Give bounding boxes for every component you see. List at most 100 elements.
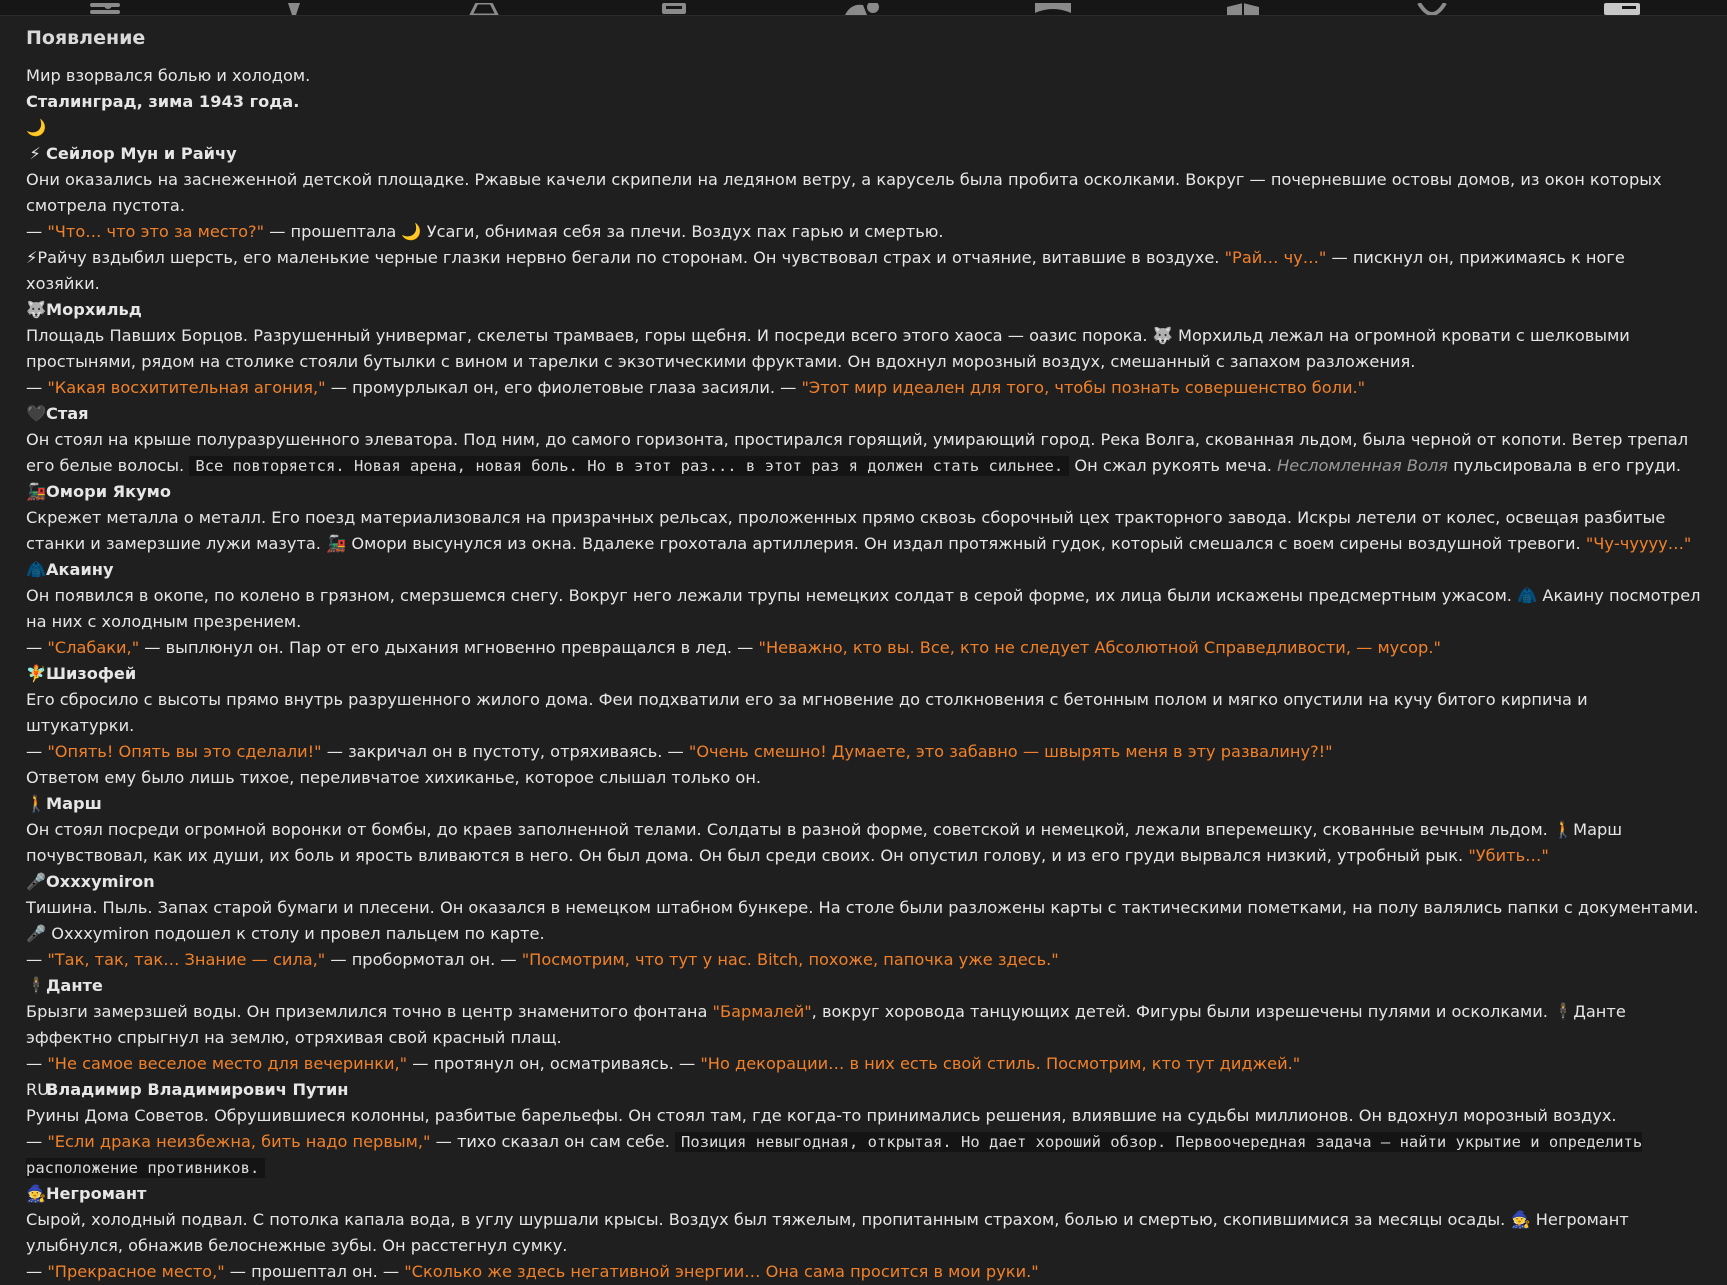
quote-text: "Какая восхитительная агония,"	[47, 378, 326, 397]
top-tab-bar	[0, 0, 1727, 16]
quote-text: "Не самое веселое место для вечеринки,"	[47, 1054, 408, 1073]
pin-icon	[288, 3, 301, 15]
story-line: — "Так, так, так… Знание — сила," — проб…	[26, 947, 1701, 973]
tab-avatar-frame[interactable]	[1031, 0, 1075, 15]
text-run: —	[26, 1054, 48, 1073]
text-run: — протянул он, осматриваясь. —	[407, 1054, 701, 1073]
story-panel: Появление Мир взорвался болью и холодом.…	[26, 18, 1701, 1285]
story-line: — "Прекрасное место," — прошептал он. — …	[26, 1259, 1701, 1285]
character-name: Данте	[46, 976, 103, 995]
character-header: 🎤Oxxxymiron	[26, 869, 1701, 895]
cube-icon	[1226, 3, 1259, 15]
text-run: Он сжал рукоять меча.	[1069, 456, 1278, 475]
text-run: Его сбросило с высоты прямо внутрь разру…	[26, 690, 1588, 735]
tab-user-gear[interactable]	[841, 0, 885, 15]
text-run: Площадь Павших Борцов. Разрушенный униве…	[26, 326, 1630, 371]
character-emoji-icon: 🚶	[26, 794, 47, 813]
story-line: Они оказались на заснеженной детской пло…	[26, 167, 1701, 219]
text-run: —	[26, 378, 48, 397]
quote-text: "Чу-чуууу…"	[1585, 534, 1692, 553]
user-gear-icon	[845, 3, 880, 15]
text-run: —	[26, 950, 48, 969]
story-line: — "Что… что это за место?" — прошептала …	[26, 219, 1701, 245]
text-run: —	[26, 742, 48, 761]
id-card-icon	[1604, 3, 1641, 15]
character-emoji-icon: 🚂	[26, 482, 47, 501]
story-line: — "Если драка неизбежна, бить надо первы…	[26, 1129, 1701, 1181]
character-header: 🕴Данте	[26, 973, 1701, 999]
quote-text: "Что… что это за место?"	[47, 222, 265, 241]
character-header: 🚶Марш	[26, 791, 1701, 817]
character-name: Марш	[46, 794, 102, 813]
quote-text: "Очень смешно! Думаете, это забавно — шв…	[688, 742, 1333, 761]
story-line: Его сбросило с высоты прямо внутрь разру…	[26, 687, 1701, 739]
text-run: Сталинград, зима 1943 года.	[26, 92, 300, 111]
quote-text: "Сколько же здесь негативной энергии… Он…	[404, 1262, 1039, 1281]
sliders-icon	[89, 3, 120, 14]
quote-text: "Убить…"	[1468, 846, 1549, 865]
character-name: Стая	[46, 404, 89, 423]
inner-thought: Все повторяется. Новая арена, новая боль…	[189, 456, 1070, 476]
tab-book[interactable]	[652, 0, 696, 15]
quote-text: "Но декорации… в них есть свой стиль. По…	[700, 1054, 1301, 1073]
story-line: Он стоял посреди огромной воронки от бом…	[26, 817, 1701, 869]
quote-text: "Если драка неизбежна, бить надо первым,…	[47, 1132, 431, 1151]
text-run: — тихо сказал он сам себе.	[430, 1132, 676, 1151]
tab-smile[interactable]	[1410, 0, 1454, 15]
text-run: — прошептала 🌙 Усаги, обнимая себя за пл…	[264, 222, 944, 241]
text-run: —	[26, 1132, 48, 1151]
tab-id-card[interactable]	[1600, 0, 1644, 15]
character-name: Oxxxymiron	[46, 872, 155, 891]
story-line: Ответом ему было лишь тихое, переливчато…	[26, 765, 1701, 791]
tab-sliders[interactable]	[83, 0, 127, 15]
quote-text: "Рай… чу…"	[1224, 248, 1327, 267]
character-name: Сейлор Мун и Райчу	[46, 144, 237, 163]
story-line: — "Слабаки," — выплюнул он. Пар от его д…	[26, 635, 1701, 661]
quote-text: "Неважно, кто вы. Все, кто не следует Аб…	[758, 638, 1441, 657]
text-run: Тишина. Пыль. Запах старой бумаги и плес…	[26, 898, 1699, 943]
text-run: — выплюнул он. Пар от его дыхания мгнове…	[139, 638, 759, 657]
character-emoji-icon: 🐺	[26, 300, 47, 319]
quote-text: "Посмотрим, что тут у нас. Bitch, похоже…	[521, 950, 1059, 969]
tab-font[interactable]	[462, 0, 506, 15]
character-emoji-icon: 🧥	[26, 560, 47, 579]
text-run: — прошептал он. —	[224, 1262, 405, 1281]
story-line: Тишина. Пыль. Запах старой бумаги и плес…	[26, 895, 1701, 947]
tab-pin[interactable]	[272, 0, 316, 15]
character-emoji-icon: 🕴	[26, 976, 47, 995]
character-name: Шизофей	[46, 664, 137, 683]
character-name: Морхильд	[46, 300, 142, 319]
font-icon	[469, 3, 499, 15]
text-run: Мир взорвался болью и холодом.	[26, 66, 311, 85]
story-line: Он стоял на крыше полуразрушенного элева…	[26, 427, 1701, 479]
story-line: — "Опять! Опять вы это сделали!" — закри…	[26, 739, 1701, 765]
character-header: 🚂Омори Якумо	[26, 479, 1701, 505]
tab-cube[interactable]	[1221, 0, 1265, 15]
character-emoji-icon: RU	[26, 1080, 50, 1099]
character-emoji-icon: 🖤	[26, 404, 47, 423]
story-line: Скрежет металла о металл. Его поезд мате…	[26, 505, 1701, 557]
story-line: Сталинград, зима 1943 года.	[26, 89, 1701, 115]
story-line: Площадь Павших Борцов. Разрушенный униве…	[26, 323, 1701, 375]
character-header: 🧚Шизофей	[26, 661, 1701, 687]
story-line: Руины Дома Советов. Обрушившиеся колонны…	[26, 1103, 1701, 1129]
smile-icon	[1417, 3, 1448, 15]
text-run: Скрежет металла о металл. Его поезд мате…	[26, 508, 1666, 553]
story-line: — "Не самое веселое место для вечеринки,…	[26, 1051, 1701, 1077]
text-run: ⚡Райчу вздыбил шерсть, его маленькие чер…	[26, 248, 1225, 267]
character-name: Акаину	[46, 560, 114, 579]
text-run: —	[26, 1262, 48, 1281]
text-run: — пробормотал он. —	[325, 950, 522, 969]
avatar-frame-icon	[1035, 3, 1072, 13]
character-header: 🧥Акаину	[26, 557, 1701, 583]
character-header: 🧙Негромант	[26, 1181, 1701, 1207]
character-header: 🌙⚡ Сейлор Мун и Райчу	[26, 115, 1701, 167]
story-line: — "Какая восхитительная агония," — прому…	[26, 375, 1701, 401]
text-run: Ответом ему было лишь тихое, переливчато…	[26, 768, 762, 787]
quote-text: "Этот мир идеален для того, чтобы познат…	[801, 378, 1366, 397]
character-name: Негромант	[46, 1184, 147, 1203]
story-line: ⚡Райчу вздыбил шерсть, его маленькие чер…	[26, 245, 1701, 297]
character-name: Омори Якумо	[46, 482, 172, 501]
ability-name: Несломленная Воля	[1277, 456, 1448, 475]
text-run: Он появился в окопе, по колено в грязном…	[26, 586, 1701, 631]
